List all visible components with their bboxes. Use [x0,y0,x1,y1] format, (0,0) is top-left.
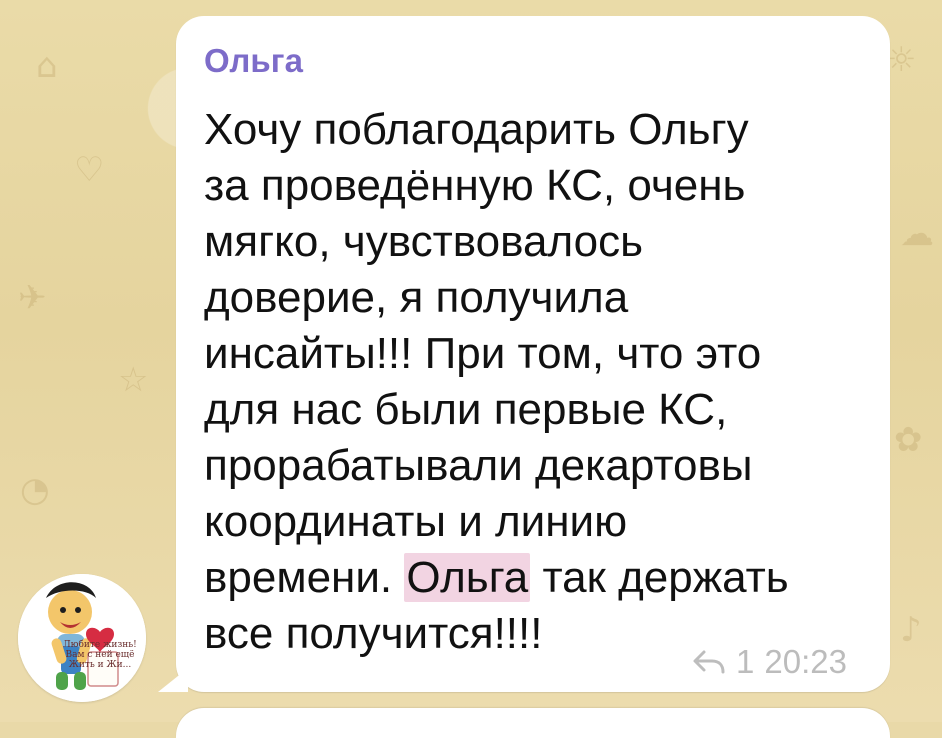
background-doodle-note-icon: ♪ [900,610,922,650]
background-doodle-plane-icon: ✈ [18,278,47,318]
message-time: 20:23 [764,643,847,680]
highlighted-name: Ольга [404,553,531,602]
avatar-caption: Любите жизнь! Вам с ней ещё Жить и Жи... [55,640,145,670]
message-word-tak-derzhat: так держать [542,553,789,602]
message-word-vremeni: времени. [204,553,393,602]
sender-name[interactable]: Ольга [204,42,303,80]
message-line-9: времени. Ольга так держать [204,550,864,606]
background-doodle-flower-icon: ✿ [894,420,923,460]
message-line-6: для нас были первые КС, [204,385,728,434]
sender-avatar[interactable] [18,574,146,702]
background-doodle-heart-icon: ♡ [74,150,105,190]
message-meta: 1 20:23 [692,642,847,682]
avatar-caption-line-1: Любите жизнь! [63,640,137,650]
avatar-caption-line-2: Вам с ней ещё [65,650,135,660]
background-doodle-star-icon: ☆ [118,360,149,400]
replies-count[interactable]: 1 [736,642,754,682]
next-message-bubble-edge[interactable] [176,708,890,738]
background-doodle-cloud-icon: ☁ [900,214,934,254]
avatar-caption-line-3: Жить и Жи... [68,660,132,670]
message-line-5: инсайты!!! При том, что это [204,329,762,378]
message-text: Хочу поблагодарить Ольгу за проведённую … [204,102,864,662]
message-line-7: прорабатывали декартовы [204,441,753,490]
message-bubble[interactable]: Ольга Хочу поблагодарить Ольгу за провед… [176,16,890,692]
message-line-8: координаты и линию [204,497,628,546]
message-line-4: доверие, я получила [204,273,629,322]
background-doodle-sun-icon: ☼ [886,40,917,80]
message-line-1: Хочу поблагодарить Ольгу [204,105,749,154]
background-doodle-camera-icon: ⌂ [36,46,58,86]
reply-arrow-icon[interactable] [692,647,726,677]
message-line-3: мягко, чувствовалось [204,217,644,266]
background-doodle-cat-icon: ◔ [20,470,50,510]
message-line-2: за проведённую КС, очень [204,161,746,210]
